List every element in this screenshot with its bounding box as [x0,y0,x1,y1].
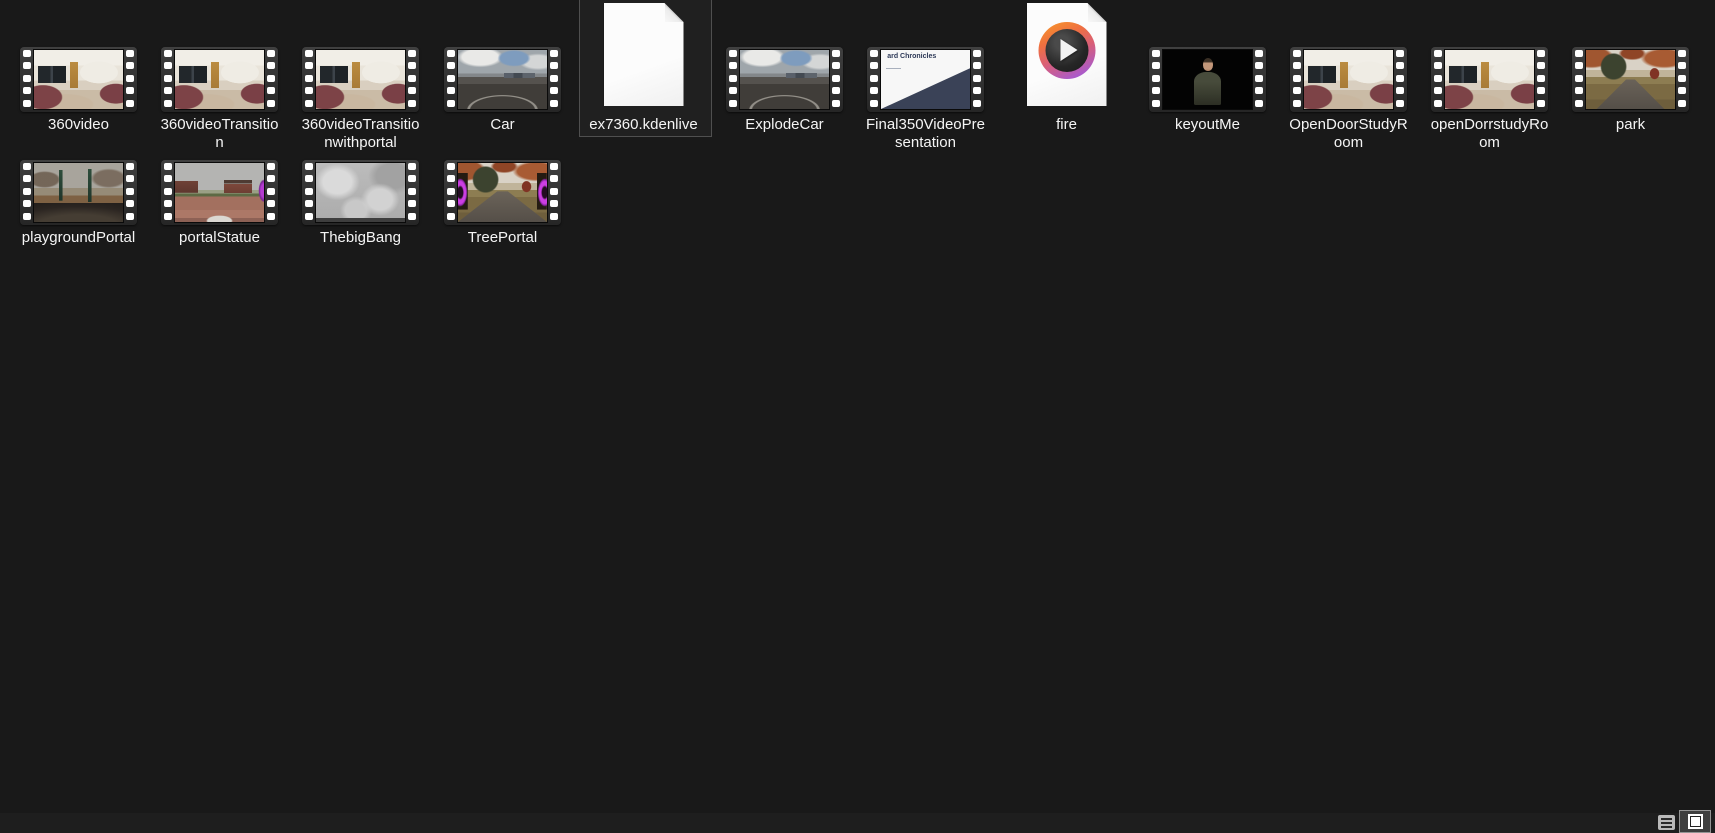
file-item-park[interactable]: park [1560,0,1701,134]
video-thumbnail [458,50,547,109]
video-filmstrip-icon [290,0,431,112]
file-item-keyoutme[interactable]: keyoutMe [1137,0,1278,134]
video-filmstrip-icon [1278,0,1419,112]
video-thumbnail [1304,50,1393,109]
details-view-button[interactable] [1658,815,1675,830]
video-thumbnail [175,163,264,222]
video-filmstrip-icon [1137,0,1278,112]
video-thumbnail: ard Chronicles [881,50,970,109]
document-icon [573,0,714,112]
video-thumbnail [1445,50,1534,109]
video-thumbnail [316,163,405,222]
file-label: ExplodeCar [745,116,824,133]
video-filmstrip-icon [1419,0,1560,112]
large-square-icon [1687,814,1703,829]
file-label: ThebigBang [320,229,401,246]
file-item-opendorrstudyroom[interactable]: openDorrstudyRoom [1419,0,1560,152]
status-bar [0,810,1715,833]
file-item-opendoorstudyroom[interactable]: OpenDoorStudyRoom [1278,0,1419,152]
file-label: TreePortal [467,229,538,246]
video-filmstrip-icon [432,0,573,112]
file-item-playgroundportal[interactable]: playgroundPortal [8,113,149,247]
file-label: OpenDoorStudyRoom [1289,116,1408,151]
document-icon [996,0,1137,112]
video-thumbnail [34,163,123,222]
video-filmstrip-icon [714,0,855,112]
video-thumbnail [175,50,264,109]
video-filmstrip-icon [290,113,431,225]
file-label: Final350VideoPresentation [866,116,985,151]
file-browser-content-area: 360video 360videoTransition 360videoTran… [0,0,1715,813]
video-thumbnail [1586,50,1675,109]
file-item-ex7360-kdenlive[interactable]: ex7360.kdenlive [573,0,714,134]
video-filmstrip-icon [8,0,149,112]
video-filmstrip-icon [149,113,290,225]
file-item-explodecar[interactable]: ExplodeCar [714,0,855,134]
video-thumbnail [1163,50,1252,109]
file-label: park [1615,116,1646,133]
file-item-portalstatue[interactable]: portalStatue [149,113,290,247]
video-filmstrip-icon [1560,0,1701,112]
file-label: ex7360.kdenlive [589,116,698,133]
blank-page-icon [603,3,684,106]
file-label: keyoutMe [1174,116,1241,133]
video-filmstrip-icon: ard Chronicles [855,0,996,112]
file-item-thebigbang[interactable]: ThebigBang [290,113,431,247]
video-thumbnail [316,50,405,109]
file-label: openDorrstudyRoom [1430,116,1549,151]
video-filmstrip-icon [8,113,149,225]
video-thumbnail [740,50,829,109]
file-label: fire [1056,116,1077,133]
file-item-treeportal[interactable]: TreePortal [432,113,573,247]
media-file-page-icon [1026,3,1107,106]
large-thumbnails-view-button[interactable] [1679,810,1711,833]
video-filmstrip-icon [149,0,290,112]
file-label: playgroundPortal [21,229,136,246]
video-thumbnail [458,163,547,222]
slide-title-text: ard Chronicles [887,52,937,60]
video-filmstrip-icon [432,113,573,225]
file-label: portalStatue [179,229,260,246]
video-thumbnail [34,50,123,109]
file-item-final350videopresentation[interactable]: ard Chronicles Final350VideoPresentation [855,0,996,152]
media-player-play-icon [1038,22,1095,79]
list-lines-icon [1658,815,1675,830]
file-item-fire[interactable]: fire [996,0,1137,134]
